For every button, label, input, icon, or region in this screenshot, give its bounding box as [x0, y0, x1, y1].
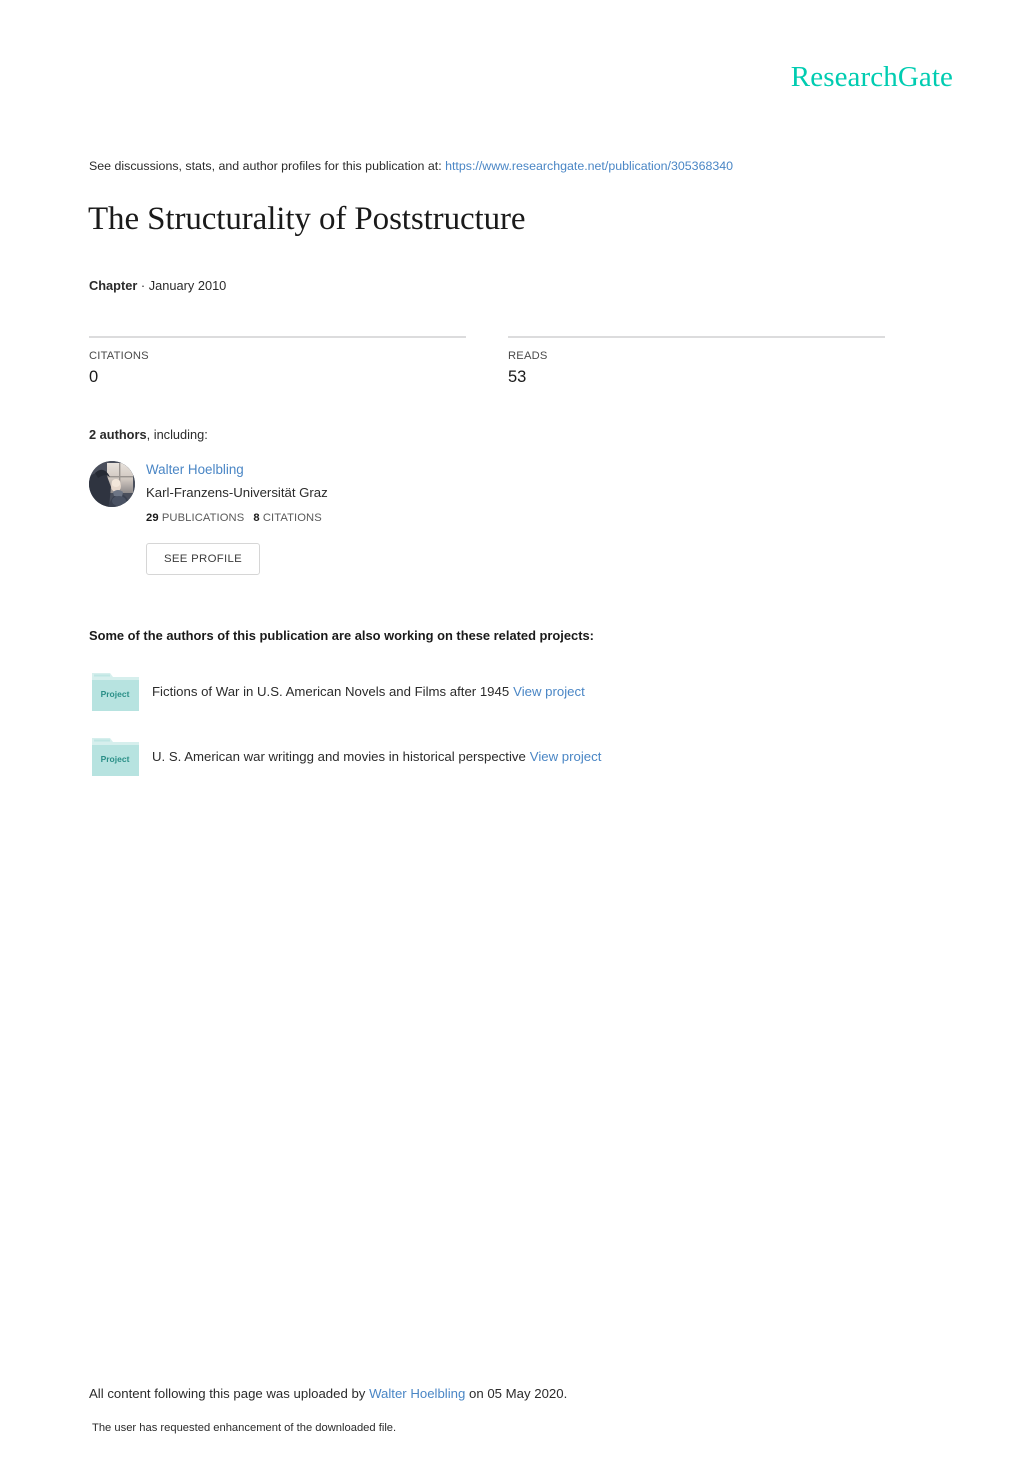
author-citations-count: 8: [253, 512, 260, 524]
publication-type: Chapter: [89, 278, 138, 293]
project-text: U. S. American war writingg and movies i…: [152, 747, 601, 766]
discussion-prefix: See discussions, stats, and author profi…: [89, 159, 442, 173]
discussion-line: See discussions, stats, and author profi…: [89, 158, 733, 174]
footer-upload-line: All content following this page was uplo…: [89, 1385, 567, 1403]
authors-including: , including:: [146, 427, 208, 442]
stat-divider: [89, 336, 466, 338]
view-project-link[interactable]: View project: [530, 749, 602, 764]
stat-reads-label: READS: [508, 350, 548, 362]
author-avatar[interactable]: [89, 461, 135, 507]
footer-upload-suffix: on 05 May 2020.: [469, 1386, 568, 1401]
author-citations-label: CITATIONS: [262, 512, 322, 524]
stat-divider: [508, 336, 885, 338]
project-item: Project Fictions of War in U.S. American…: [89, 670, 849, 716]
publication-date: January 2010: [148, 278, 227, 293]
researchgate-publication-page: ResearchGate See discussions, stats, and…: [0, 0, 1020, 1468]
footer-upload-prefix: All content following this page was uplo…: [89, 1386, 366, 1401]
stat-reads-value: 53: [508, 368, 527, 386]
publication-url-link[interactable]: https://www.researchgate.net/publication…: [445, 159, 733, 173]
stat-citations-label: CITATIONS: [89, 350, 149, 362]
project-folder-icon: Project: [91, 670, 141, 713]
project-title: Fictions of War in U.S. American Novels …: [152, 684, 510, 699]
publication-type-separator: ·: [140, 278, 146, 293]
authors-count: 2 authors: [89, 427, 147, 442]
view-project-link[interactable]: View project: [513, 684, 585, 699]
project-text: Fictions of War in U.S. American Novels …: [152, 682, 585, 701]
author-publications-count: 29: [146, 512, 159, 524]
project-item: Project U. S. American war writingg and …: [89, 735, 849, 781]
related-projects-heading: Some of the authors of this publication …: [89, 628, 594, 643]
author-name-link[interactable]: Walter Hoelbling: [146, 462, 244, 477]
see-profile-button[interactable]: SEE PROFILE: [146, 543, 260, 575]
stat-reads: READS 53: [508, 336, 885, 387]
authors-heading: 2 authors, including:: [89, 426, 208, 443]
project-title: U. S. American war writingg and movies i…: [152, 749, 526, 764]
researchgate-logo[interactable]: ResearchGate: [791, 63, 953, 92]
stats-section: CITATIONS 0 READS 53: [89, 336, 891, 396]
svg-text:Project: Project: [101, 689, 130, 699]
author-info: Walter Hoelbling Karl-Franzens-Universit…: [146, 461, 328, 526]
footer-uploader-link[interactable]: Walter Hoelbling: [369, 1386, 465, 1401]
publication-type-line: Chapter · January 2010: [89, 277, 226, 294]
author-metrics: 29 PUBLICATIONS 8 CITATIONS: [146, 511, 328, 526]
stat-citations-value: 0: [89, 368, 99, 386]
stat-citations: CITATIONS 0: [89, 336, 466, 387]
author-entry: Walter Hoelbling Karl-Franzens-Universit…: [89, 461, 589, 581]
svg-text:Project: Project: [101, 754, 130, 764]
author-affiliation: Karl-Franzens-Universität Graz: [146, 485, 328, 500]
author-publications-label: PUBLICATIONS: [161, 512, 245, 524]
page-title: The Structurality of Poststructure: [88, 201, 526, 237]
project-folder-icon: Project: [91, 735, 141, 778]
footer-enhancement-note: The user has requested enhancement of th…: [92, 1422, 397, 1434]
